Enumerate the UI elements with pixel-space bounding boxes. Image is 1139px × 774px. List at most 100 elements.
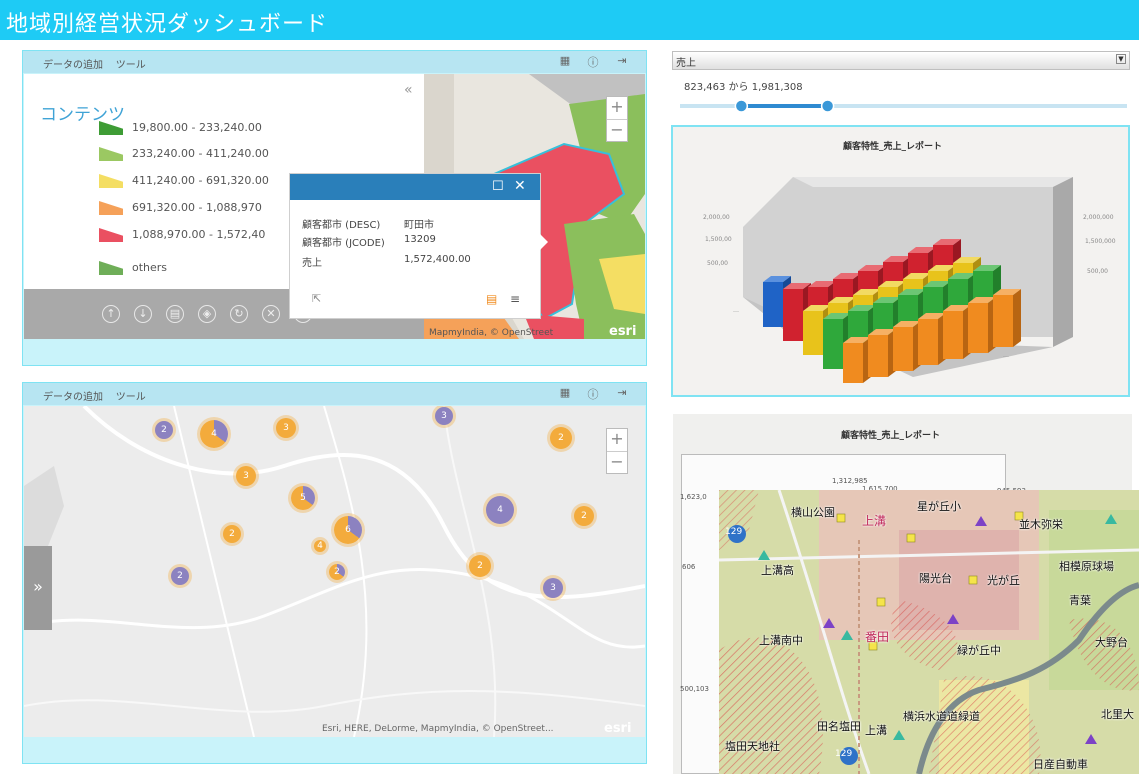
map-place-label: 北里大 (1101, 708, 1134, 721)
maximize-icon[interactable]: ☐ (492, 179, 504, 194)
help-icon[interactable]: ⓘ (586, 386, 600, 401)
cluster-marker[interactable]: 4 (314, 540, 326, 552)
data-label: 1,312,985 (832, 477, 868, 485)
popup-header: ☐ ✕ (290, 174, 540, 200)
popup-field-label: 顧客都市 (JCODE) (302, 238, 385, 249)
close-icon[interactable]: ✕ (514, 178, 526, 194)
cluster-marker[interactable]: 2 (469, 555, 491, 577)
remove-icon[interactable]: ✕ (262, 305, 280, 323)
cluster-marker[interactable]: 2 (329, 564, 345, 580)
range-readout: 823,463 から 1,981,308 (684, 82, 803, 93)
esri-logo: esri (604, 721, 632, 736)
svg-text:500,00: 500,00 (707, 260, 728, 267)
move-up-icon[interactable]: ↑ (102, 305, 120, 323)
grid-icon[interactable]: ▦ (558, 386, 572, 400)
svg-text:1,500,000: 1,500,000 (1085, 238, 1116, 245)
cluster-marker[interactable]: 3 (543, 578, 563, 598)
legend-label: 19,800.00 - 233,240.00 (132, 121, 262, 134)
map-place-label: 光が丘 (987, 574, 1020, 587)
zoom-out-button[interactable]: − (607, 451, 627, 473)
grid-icon[interactable]: ▦ (558, 54, 572, 68)
cluster-marker[interactable]: 2 (574, 506, 594, 526)
cluster-map[interactable]: 2433354226242223 + − » Esri, HERE, DeLor… (24, 406, 645, 737)
legend-swatch (99, 228, 123, 242)
chevron-down-icon[interactable]: ▼ (1116, 54, 1126, 64)
data-label: 1,623,0 (680, 493, 707, 501)
field-select[interactable]: 売上 ▼ (672, 51, 1130, 70)
svg-text:…: … (733, 307, 739, 314)
popup-field-label: 売上 (302, 258, 322, 269)
chart-bar (803, 311, 823, 355)
refresh-icon[interactable]: ↻ (230, 305, 248, 323)
slider-min-handle[interactable] (734, 99, 749, 113)
layer-icon[interactable]: ◈ (198, 305, 216, 323)
map-place-label: 青葉 (1069, 594, 1091, 607)
svg-text:500,00: 500,00 (1087, 268, 1108, 275)
table-icon[interactable]: ▤ (166, 305, 184, 323)
chart-bar (868, 335, 888, 377)
zoom-to-icon[interactable]: ⇱ (312, 292, 321, 305)
cluster-marker[interactable]: 2 (171, 567, 189, 585)
chart-3d-plot: 2,000,00 1,500,00 500,00 2,000,000 1,500,0… (703, 177, 1116, 383)
chart-bar (893, 327, 913, 371)
chart-bar (993, 295, 1013, 347)
map-place-label: 番田 (865, 630, 890, 644)
range-slider[interactable] (672, 96, 1132, 116)
chart-bar (943, 311, 963, 359)
data-label: 606 (682, 563, 696, 571)
logout-icon[interactable]: ⇥ (615, 386, 629, 400)
menu-icon[interactable]: ≡ (510, 292, 520, 306)
slider-max-handle[interactable] (820, 99, 835, 113)
table-icon[interactable]: ▤ (486, 292, 497, 306)
map-place-label: 129 (725, 527, 743, 537)
chart-bar (843, 343, 863, 383)
esri-logo: esri (609, 324, 637, 339)
add-data-button[interactable]: データの追加 (43, 60, 103, 71)
legend-label: 233,240.00 - 411,240.00 (132, 147, 269, 160)
help-icon[interactable]: ⓘ (586, 54, 600, 69)
map-place-label: 相模原球場 (1059, 560, 1114, 573)
chart-bar-side (1013, 289, 1021, 347)
tools-button[interactable]: ツール (116, 392, 146, 403)
map-place-label: 田名塩田 (817, 720, 861, 733)
svg-text:2,000,00: 2,000,00 (703, 214, 730, 221)
map-place-label: 上溝高 (761, 564, 794, 577)
cluster-marker[interactable]: 2 (155, 421, 173, 439)
cluster-marker[interactable]: 6 (334, 516, 362, 544)
cluster-marker[interactable]: 2 (550, 427, 572, 449)
collapse-icon[interactable]: « (404, 82, 413, 98)
feature-popup: ☐ ✕ 顧客都市 (DESC) 町田市 顧客都市 (JCODE) 13209 売上 1,5… (289, 173, 548, 319)
add-data-button[interactable]: データの追加 (43, 392, 103, 403)
chart-bar (763, 282, 783, 327)
cluster-marker[interactable]: 3 (236, 466, 256, 486)
move-down-icon[interactable]: ↓ (134, 305, 152, 323)
map-place-label: 陽光台 (919, 572, 952, 585)
cluster-marker[interactable]: 4 (200, 420, 228, 448)
map-place-label: 横山公園 (791, 506, 835, 519)
overlay-topo-map[interactable]: 横山公園 上溝 星が丘小 並木弥栄 上溝高 陽光台 光が丘 相模原球場 青葉 上溝南中 番田 緑が丘中… (719, 490, 1139, 774)
expand-icon[interactable]: » (24, 546, 52, 630)
dashboard-page: 地域別経営状況ダッシュボード データの追加 ツール ▦ ⓘ ⇥ « コンテンツ … (0, 0, 1139, 774)
cluster-marker[interactable]: 5 (291, 486, 315, 510)
zoom-out-button[interactable]: − (607, 119, 627, 141)
zoom-in-button[interactable]: + (607, 429, 627, 451)
tools-button[interactable]: ツール (116, 60, 146, 71)
chart-title: 顧客特性_売上_レポート (841, 431, 941, 441)
map-place-label: 日産自動車 (1033, 758, 1088, 771)
zoom-in-button[interactable]: + (607, 97, 627, 119)
zoom-control: + − (606, 96, 628, 142)
title-bar: 地域別経営状況ダッシュボード (0, 0, 1139, 40)
logout-icon[interactable]: ⇥ (615, 54, 629, 68)
chart-bar (783, 289, 803, 341)
legend-swatch (99, 201, 123, 215)
cluster-marker[interactable]: 3 (276, 418, 296, 438)
popup-field-value: 町田市 (404, 220, 434, 231)
svg-text:…: … (1003, 352, 1009, 359)
legend-label: 691,320.00 - 1,088,970 (132, 201, 262, 214)
chart-bar (823, 319, 843, 369)
legend-label: others (132, 261, 168, 274)
cluster-marker[interactable]: 2 (223, 525, 241, 543)
cluster-marker[interactable]: 3 (435, 407, 453, 425)
map-attribution: Esri, HERE, DeLorme, MapmyIndia, © OpenS… (322, 724, 554, 734)
cluster-marker[interactable]: 4 (486, 496, 514, 524)
